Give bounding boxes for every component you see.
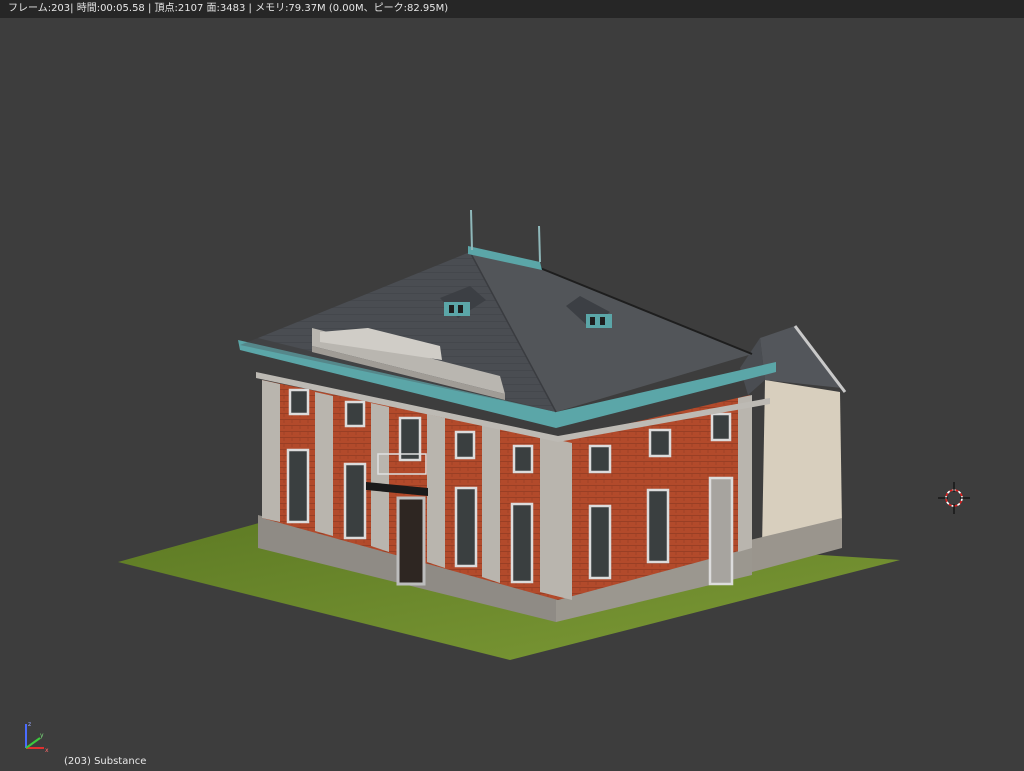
antenna-1 bbox=[470, 209, 473, 251]
building-model[interactable] bbox=[0, 0, 1024, 771]
status-bar-text: フレーム:203| 時間:00:05.58 | 頂点:2107 面:3483 |… bbox=[8, 3, 449, 14]
axis-gizmo-icon: z x y bbox=[25, 721, 49, 754]
3d-viewport[interactable]: z x y (203) Substance bbox=[0, 0, 1024, 771]
active-object-label: (203) Substance bbox=[64, 756, 147, 767]
3d-cursor-icon[interactable] bbox=[936, 480, 972, 516]
svg-text:z: z bbox=[28, 721, 31, 728]
svg-text:y: y bbox=[40, 732, 44, 739]
annex bbox=[740, 325, 847, 572]
svg-text:x: x bbox=[45, 747, 49, 754]
status-bar: フレーム:203| 時間:00:05.58 | 頂点:2107 面:3483 |… bbox=[0, 0, 1024, 18]
antenna-2 bbox=[538, 225, 541, 263]
